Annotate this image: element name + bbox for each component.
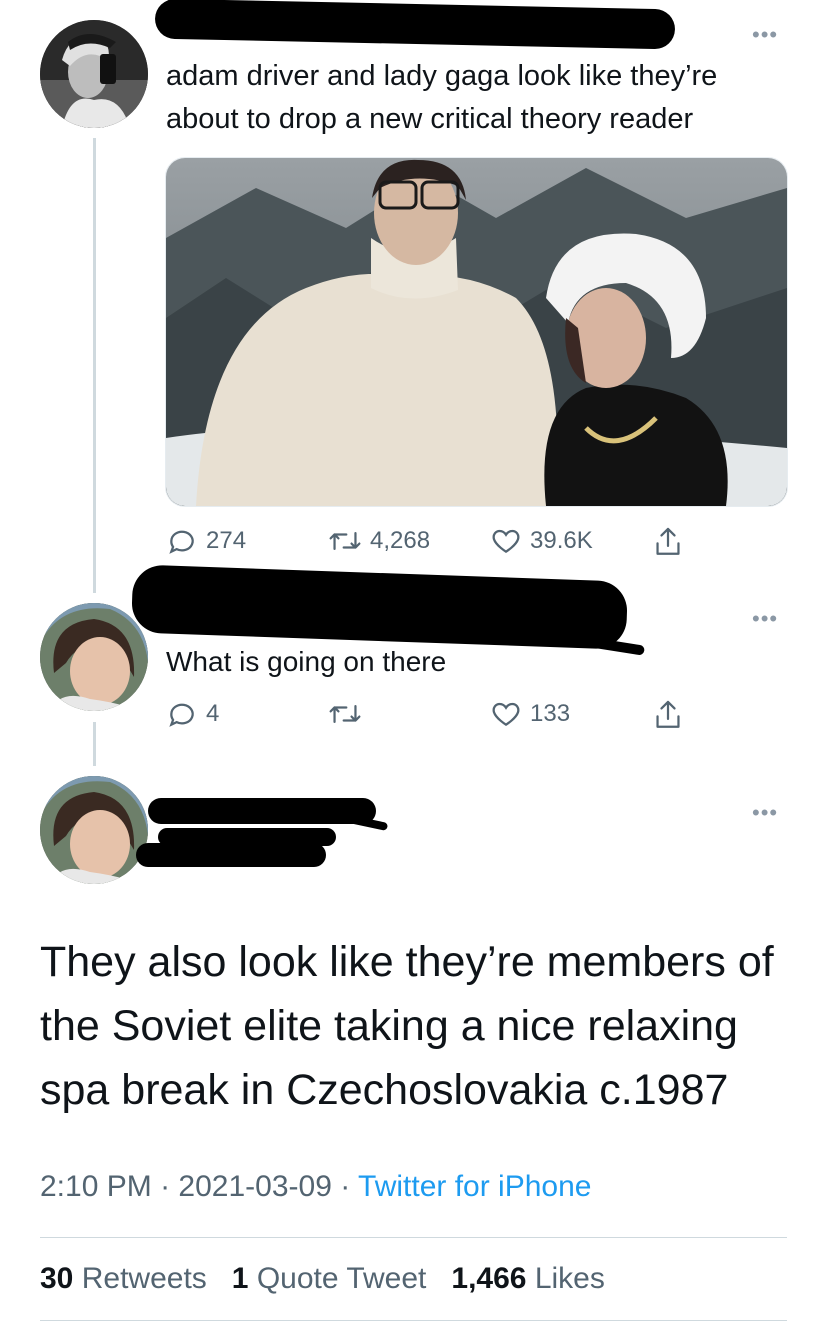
reply-button[interactable]: 4 <box>166 698 219 730</box>
retweets-count: 30 <box>40 1262 74 1295</box>
retweet-count: 4,268 <box>370 527 431 554</box>
like-button[interactable]: 39.6K <box>490 525 593 557</box>
separator: · <box>160 1170 171 1203</box>
main-tweet-text: They also look like they’re members of t… <box>40 938 774 1114</box>
share-icon <box>656 700 680 728</box>
quote-tweets-stat[interactable]: 1 Quote Tweet <box>232 1262 427 1295</box>
divider <box>40 1237 787 1238</box>
thread-connector <box>93 722 96 766</box>
retweet-button[interactable] <box>328 698 370 730</box>
thread-connector <box>93 138 96 593</box>
retweets-label: Retweets <box>81 1262 207 1295</box>
more-options-icon[interactable]: ••• <box>752 802 778 824</box>
avatar[interactable] <box>40 776 148 884</box>
tweet-time[interactable]: 2:10 PM <box>40 1170 152 1203</box>
divider <box>40 1320 787 1321</box>
tweet-text: adam driver and lady gaga look like they… <box>166 60 718 135</box>
engagement-stats: 30 Retweets 1 Quote Tweet 1,466 Likes <box>40 1262 605 1296</box>
reply-icon <box>169 703 194 727</box>
tweet-date[interactable]: 2021-03-09 <box>178 1170 331 1203</box>
share-button[interactable] <box>652 525 684 559</box>
redacted-username <box>154 0 676 50</box>
tweet-metadata: 2:10 PM · 2021-03-09 · Twitter for iPhon… <box>40 1170 591 1204</box>
retweet-button[interactable]: 4,268 <box>328 525 430 557</box>
likes-count: 1,466 <box>451 1262 527 1295</box>
like-count: 133 <box>530 700 571 727</box>
reply-count: 274 <box>206 527 247 554</box>
likes-stat[interactable]: 1,466 Likes <box>451 1262 604 1295</box>
tweet-photo[interactable] <box>165 157 788 507</box>
reply-button[interactable]: 274 <box>166 525 246 557</box>
redacted-handle <box>136 843 326 867</box>
heart-icon <box>492 529 520 553</box>
avatar[interactable] <box>40 603 148 711</box>
tweet-text: What is going on there <box>166 646 447 677</box>
likes-label: Likes <box>534 1262 605 1295</box>
more-options-icon[interactable]: ••• <box>752 608 778 630</box>
retweet-icon <box>329 532 361 550</box>
reply-icon <box>169 530 194 554</box>
tweet-source-link[interactable]: Twitter for iPhone <box>358 1170 591 1203</box>
more-options-icon[interactable]: ••• <box>752 24 778 46</box>
retweet-icon <box>329 705 361 723</box>
reply-count: 4 <box>206 700 220 727</box>
avatar[interactable] <box>40 20 148 128</box>
like-button[interactable]: 133 <box>490 698 570 730</box>
heart-icon <box>492 702 520 726</box>
retweets-stat[interactable]: 30 Retweets <box>40 1262 207 1295</box>
separator: · <box>340 1170 351 1203</box>
like-count: 39.6K <box>530 527 593 554</box>
quotes-count: 1 <box>231 1262 249 1295</box>
quotes-label: Quote Tweet <box>256 1262 427 1295</box>
share-icon <box>656 527 680 555</box>
share-button[interactable] <box>652 698 684 732</box>
